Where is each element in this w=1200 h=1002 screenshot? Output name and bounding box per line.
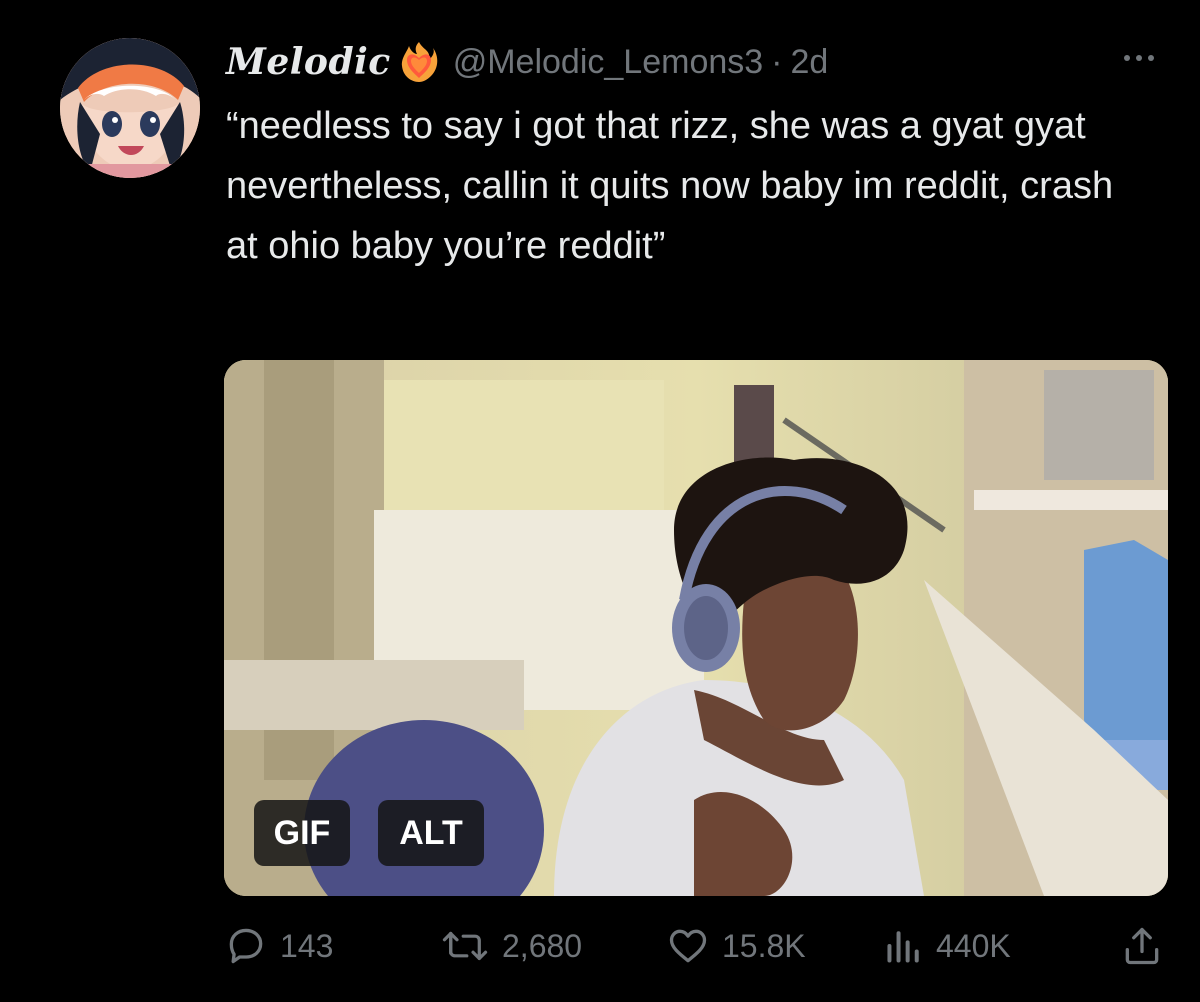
views-count: 440K <box>936 927 1011 964</box>
repost-count: 2,680 <box>502 927 583 964</box>
views-chart-icon <box>887 931 919 963</box>
reply-count: 143 <box>280 927 334 964</box>
reply-button[interactable]: 143 <box>224 918 333 974</box>
avatar-image <box>60 38 200 178</box>
alt-text-button[interactable]: ALT <box>378 800 484 866</box>
heart-on-fire-icon <box>399 40 439 84</box>
separator-dot: · <box>771 42 783 81</box>
like-count: 15.8K <box>722 927 806 964</box>
more-options-icon[interactable] <box>1114 48 1164 68</box>
avatar[interactable] <box>60 38 200 178</box>
share-icon <box>1125 927 1159 965</box>
tweet-header: Melodic @Melodic_Lemons3 · 2d <box>226 38 828 86</box>
repost-button[interactable]: 2,680 <box>440 918 582 974</box>
views-button[interactable]: 440K <box>884 918 1011 974</box>
gif-frame-image <box>224 360 1168 896</box>
reply-icon <box>229 928 263 964</box>
repost-icon <box>442 931 488 961</box>
tweet-actions: 143 2,680 15.8K 440K <box>224 918 1168 974</box>
like-button[interactable]: 15.8K <box>666 918 806 974</box>
heart-icon <box>669 929 707 963</box>
gif-badge: GIF <box>254 800 350 866</box>
tweet-text: “needless to say i got that rizz, she wa… <box>226 105 1114 267</box>
timestamp[interactable]: 2d <box>791 43 829 82</box>
display-name[interactable]: Melodic <box>226 41 391 83</box>
tweet-media-gif[interactable] <box>224 360 1168 896</box>
share-button[interactable] <box>1120 918 1176 974</box>
user-handle[interactable]: @Melodic_Lemons3 <box>453 43 763 82</box>
